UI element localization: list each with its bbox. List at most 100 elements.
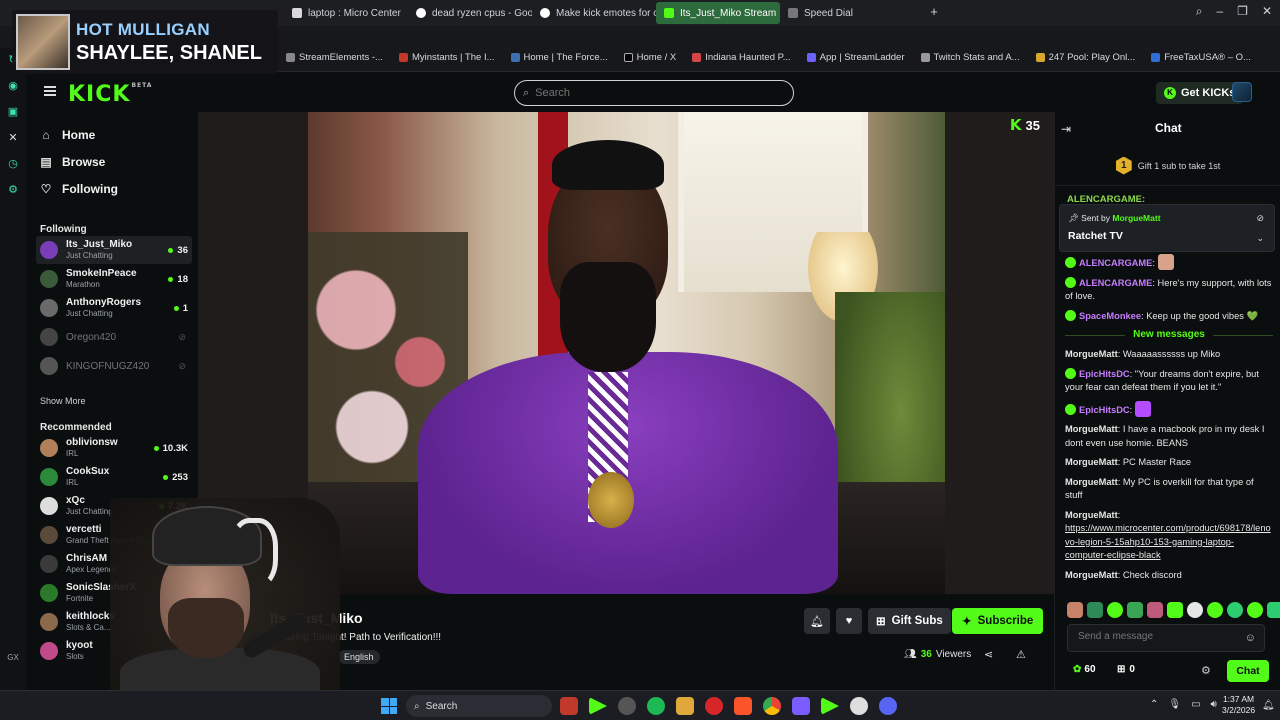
chat-username[interactable]: ALENCARGAME — [1079, 258, 1152, 268]
collapse-chat-icon[interactable]: ⇥ — [1061, 122, 1071, 136]
hide-pin-icon[interactable]: ⊘ — [1256, 213, 1264, 224]
chat-username[interactable]: MorgueMatt — [1065, 457, 1118, 467]
volume-icon[interactable]: 🔊︎ — [1211, 699, 1217, 710]
tab-google-emotes[interactable]: Make kick emotes for chat — [532, 2, 656, 24]
channel-item[interactable]: SmokeInPeace Marathon 18 — [36, 265, 192, 293]
chat-input-box[interactable]: ☺ — [1067, 624, 1265, 652]
share-icon[interactable]: ⋖ — [984, 648, 993, 661]
emote-icon[interactable] — [1247, 602, 1263, 618]
media-player-icon[interactable] — [850, 697, 868, 715]
folder-icon[interactable] — [676, 697, 694, 715]
tab-kick-stream[interactable]: Its_Just_Miko Stream — [656, 2, 780, 24]
search-tabs-icon[interactable]: ⌕ — [1196, 4, 1203, 19]
gift-count[interactable]: ⊞ 0 — [1117, 664, 1135, 675]
network-icon[interactable]: ▭ — [1191, 699, 1200, 710]
tab-micro-center[interactable]: laptop : Micro Center — [284, 2, 408, 24]
emote-icon[interactable] — [1227, 602, 1243, 618]
mic-icon[interactable]: 🎙︎ — [1168, 699, 1181, 710]
channel-item[interactable]: Oregon420 ⊘ — [36, 323, 192, 351]
bookmark-item[interactable]: StreamElements -... — [280, 52, 389, 63]
app-icon[interactable] — [618, 697, 636, 715]
gift-leaderboard-banner[interactable]: 1 Gift 1 sub to take 1st — [1055, 146, 1280, 186]
history-icon[interactable]: ◷ — [7, 158, 19, 170]
emote-icon[interactable] — [1147, 602, 1163, 618]
taskbar-clock[interactable]: 1:37 AM 3/2/2026 — [1222, 694, 1255, 716]
chat-username[interactable]: MorgueMatt — [1065, 349, 1118, 359]
chat-username[interactable]: MorgueMatt — [1065, 510, 1118, 520]
channel-item[interactable]: Its_Just_Miko Just Chatting 36 — [36, 236, 192, 264]
app-icon[interactable] — [792, 697, 810, 715]
bookmark-item[interactable]: Home / X — [618, 52, 683, 63]
chat-link[interactable]: https://www.microcenter.com/product/6981… — [1065, 523, 1271, 560]
emote-icon[interactable] — [1127, 602, 1143, 618]
user-avatar[interactable] — [1232, 82, 1252, 102]
kick-logo[interactable]: KICKBETA — [68, 82, 152, 107]
taskbar-search[interactable]: ⌕ Search — [406, 695, 552, 717]
twitch-icon[interactable]: ▣ — [7, 106, 19, 118]
notifications-button[interactable]: 🔔︎ — [804, 608, 830, 634]
tab-google-search[interactable]: dead ryzen cpus - Google — [408, 2, 532, 24]
emote-icon[interactable] — [1267, 602, 1280, 618]
nav-following[interactable]: ♡ Following — [40, 182, 118, 196]
settings-icon[interactable]: ⚙ — [7, 184, 19, 196]
channel-points[interactable]: ✿ 60 — [1073, 664, 1096, 675]
chevron-down-icon[interactable]: ⌄ — [1256, 233, 1264, 244]
subscribe-button[interactable]: ✦ Subscribe — [952, 608, 1044, 634]
gift-subs-button[interactable]: ⊞ Gift Subs — [868, 608, 951, 634]
chat-username[interactable]: SpaceMonkee — [1079, 311, 1141, 321]
chat-username[interactable]: MorgueMatt — [1065, 570, 1118, 580]
menu-icon[interactable] — [44, 86, 56, 96]
emote-icon[interactable] — [1187, 602, 1203, 618]
notification-bell-icon[interactable]: 🔔︎ — [1262, 700, 1275, 711]
channel-item[interactable]: oblivionsw IRL 10.3K — [36, 434, 192, 462]
chat-username[interactable]: EpicHitsDC — [1079, 405, 1130, 415]
nav-home[interactable]: ⌂ Home — [40, 128, 95, 142]
new-tab-button[interactable]: + — [928, 5, 940, 18]
search-input[interactable] — [535, 87, 766, 99]
emote-icon[interactable] — [1067, 602, 1083, 618]
report-icon[interactable]: ⚠ — [1016, 648, 1026, 661]
close-icon[interactable]: ✕ — [1262, 4, 1272, 19]
maximize-icon[interactable]: ❐ — [1237, 4, 1248, 19]
chat-username[interactable]: MorgueMatt — [1065, 477, 1118, 487]
chevron-up-icon[interactable]: ⌃ — [1150, 699, 1158, 710]
channel-item[interactable]: CookSux IRL 253 — [36, 463, 192, 491]
language-tag[interactable]: English — [338, 650, 380, 664]
chat-username[interactable]: EpicHitsDC — [1079, 369, 1130, 379]
bookmark-item[interactable]: 247 Pool: Play Onl... — [1030, 52, 1142, 63]
bookmark-item[interactable]: Myinstants | The I... — [393, 52, 501, 63]
chat-username[interactable]: ALENCARGAME — [1079, 278, 1152, 288]
show-more-link[interactable]: Show More — [40, 396, 86, 406]
new-messages-divider[interactable]: New messages — [1065, 329, 1273, 340]
kick-app-icon[interactable] — [821, 697, 839, 715]
emote-icon[interactable] — [1167, 602, 1183, 618]
send-chat-button[interactable]: Chat — [1227, 660, 1269, 682]
get-kicks-button[interactable]: K Get KICKs — [1156, 82, 1244, 104]
bookmark-item[interactable]: Twitch Stats and A... — [915, 52, 1026, 63]
bookmark-item[interactable]: Home | The Force... — [505, 52, 614, 63]
bookmark-item[interactable]: FreeTaxUSA® – O... — [1145, 52, 1257, 63]
brave-icon[interactable] — [734, 697, 752, 715]
chrome-icon[interactable] — [763, 697, 781, 715]
windows-start-icon[interactable] — [381, 698, 397, 714]
spotify-icon[interactable] — [647, 697, 665, 715]
emote-icon[interactable] — [1107, 602, 1123, 618]
emote-icon[interactable] — [1087, 602, 1103, 618]
x-icon[interactable]: ✕ — [7, 132, 19, 144]
tab-speed-dial[interactable]: Speed Dial — [780, 2, 904, 24]
nav-browse[interactable]: ▤ Browse — [40, 155, 105, 169]
channel-item[interactable]: AnthonyRogers Just Chatting 1 — [36, 294, 192, 322]
chat-settings-icon[interactable]: ⚙ — [1201, 664, 1211, 677]
kick-app-icon[interactable] — [589, 697, 607, 715]
chat-input[interactable] — [1078, 631, 1238, 642]
app-icon[interactable] — [560, 697, 578, 715]
pinned-message[interactable]: 📌︎ Sent by MorgueMatt ⊘ Ratchet TV ⌄ — [1059, 204, 1275, 252]
video-frame[interactable] — [308, 112, 945, 594]
follow-button[interactable]: ♥ — [836, 608, 862, 634]
messenger-icon[interactable]: ◉ — [7, 80, 19, 92]
bookmark-item[interactable]: App | StreamLadder — [801, 52, 911, 63]
minimize-icon[interactable]: – — [1216, 4, 1223, 19]
emoji-icon[interactable]: ☺ — [1245, 632, 1256, 644]
channel-item[interactable]: KINGOFNUGZ420 ⊘ — [36, 352, 192, 380]
emote-icon[interactable] — [1207, 602, 1223, 618]
